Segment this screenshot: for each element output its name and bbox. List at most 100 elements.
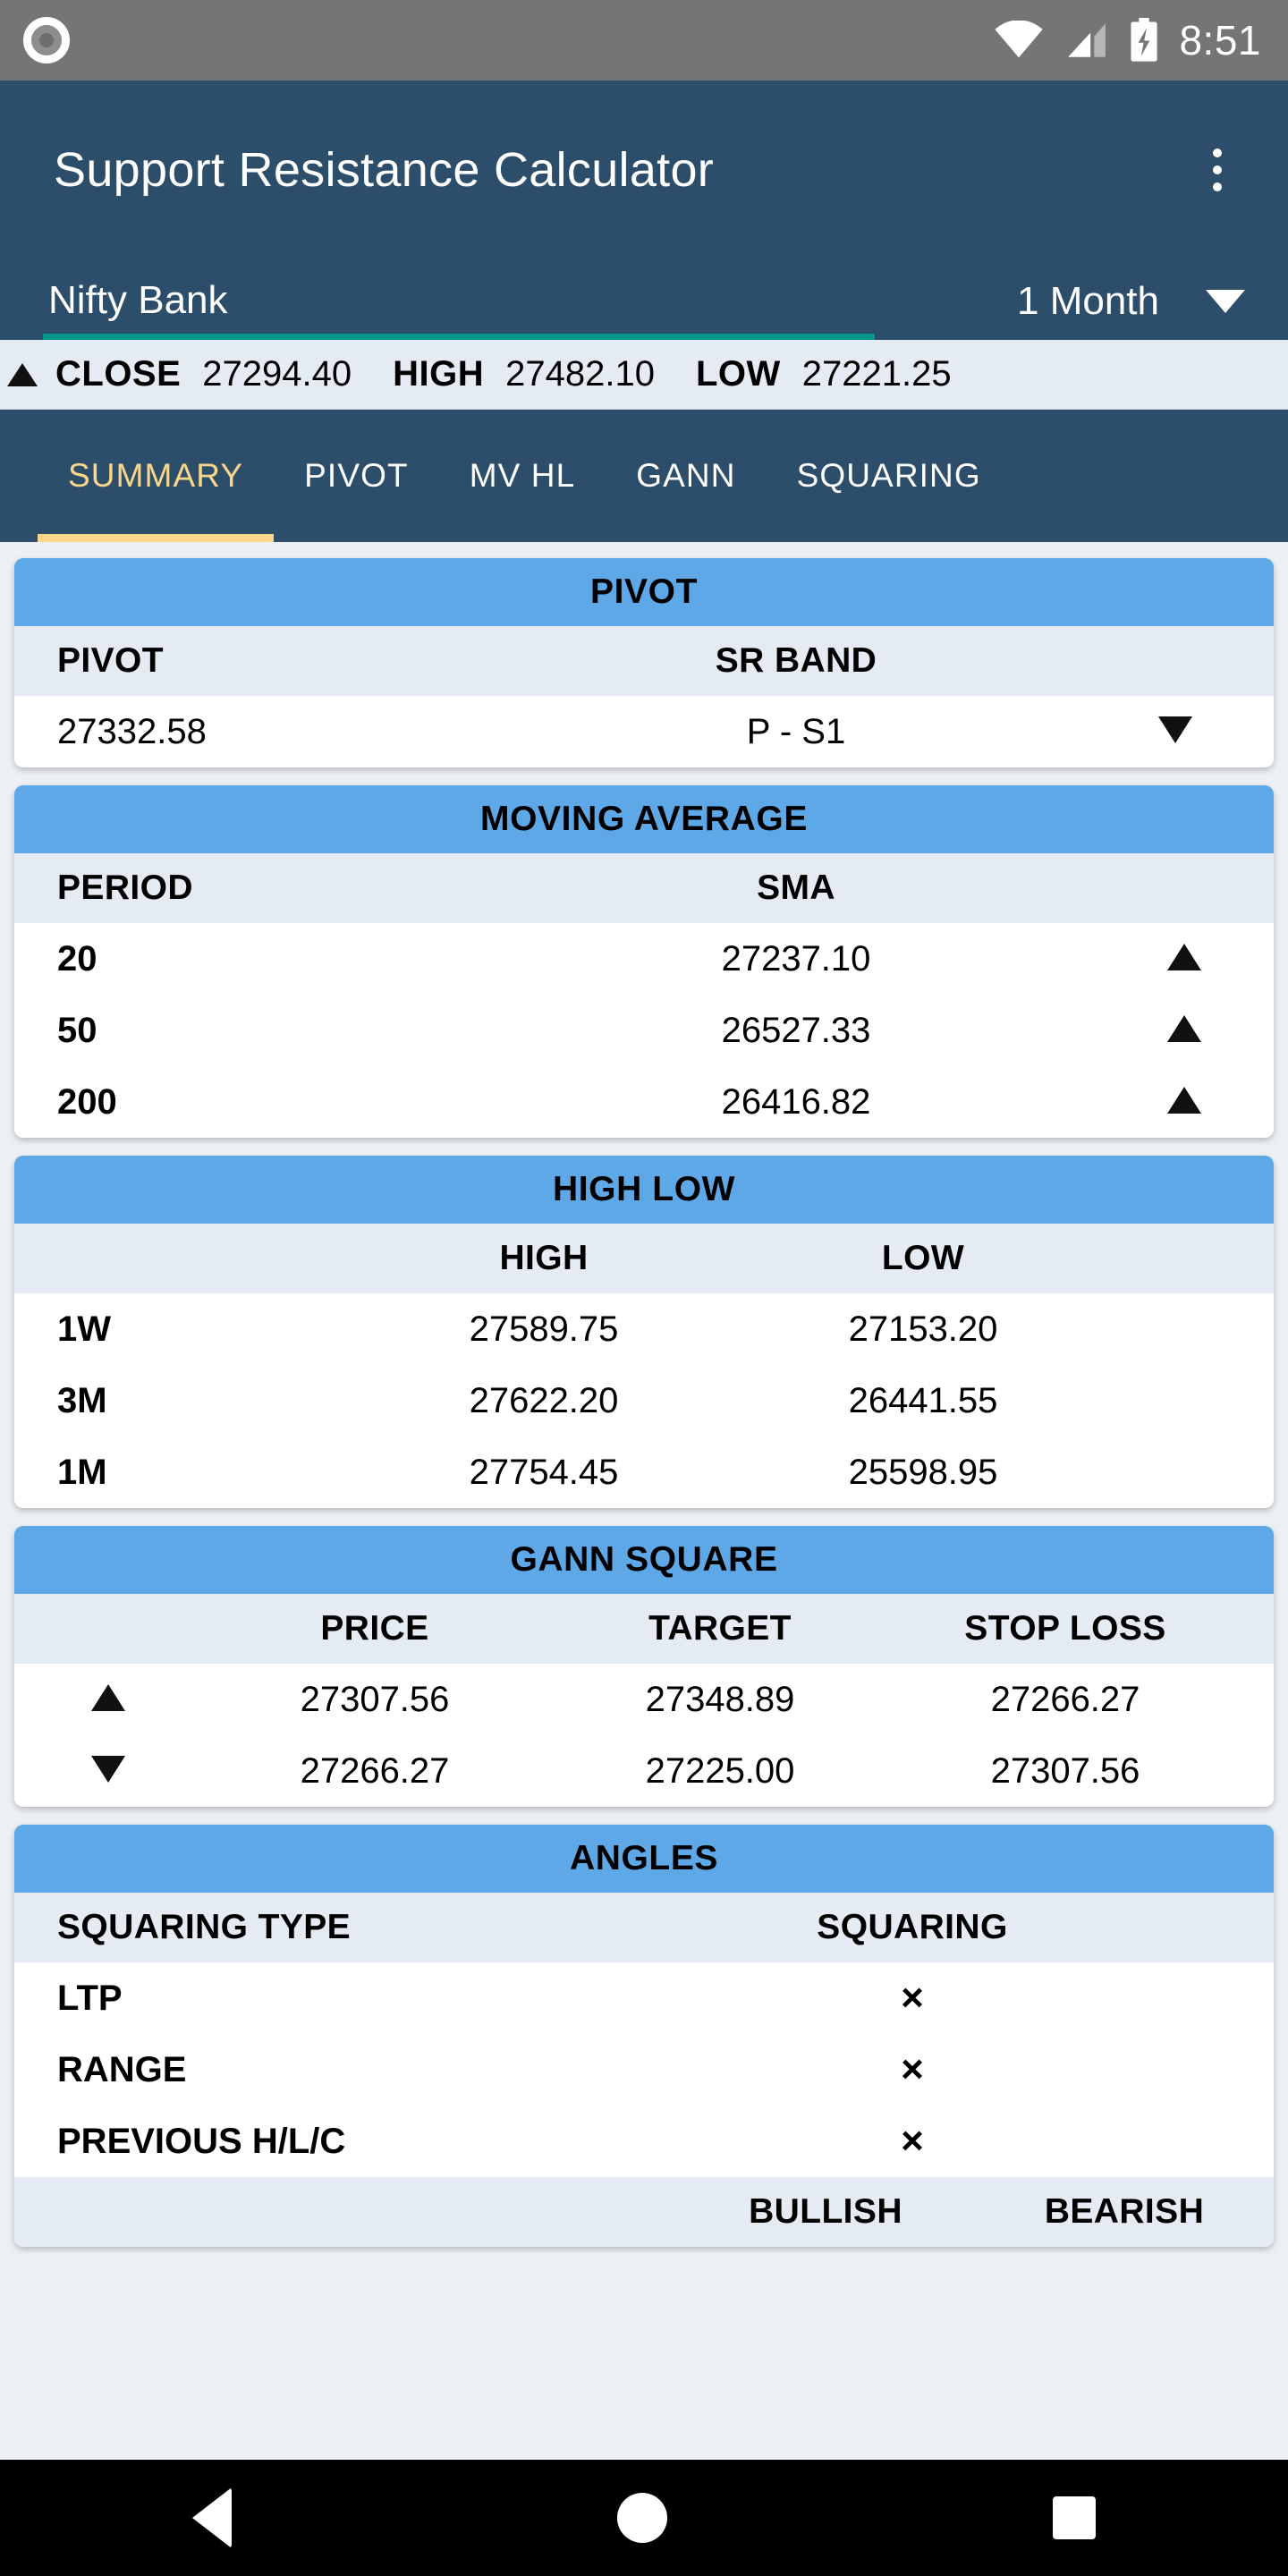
angles-type-previous-hlc: PREVIOUS H/L/C: [57, 2121, 346, 2161]
table-row[interactable]: 1M 27754.45 25598.95: [14, 1436, 1274, 1508]
trend-up-icon: [1095, 1011, 1274, 1051]
table-row[interactable]: 27307.56 27348.89 27266.27: [14, 1664, 1274, 1735]
period-dropdown[interactable]: 1 Month: [1017, 279, 1245, 340]
angles-squaring-ltp: ×: [901, 1976, 924, 2020]
app-bar-controls-row: 1 Month: [0, 259, 1288, 340]
angles-header-row: SQUARING TYPE SQUARING: [14, 1893, 1274, 1962]
high-low-card: HIGH LOW HIGH LOW 1W 27589.75 27153.20 3…: [14, 1156, 1274, 1508]
ticker-key-low: LOW: [695, 354, 781, 394]
tab-pivot[interactable]: PIVOT: [274, 410, 439, 542]
table-row[interactable]: 200 26416.82: [14, 1066, 1274, 1138]
table-row[interactable]: 3M 27622.20 26441.55: [14, 1365, 1274, 1436]
tab-gann[interactable]: GANN: [606, 410, 766, 542]
summary-scroll-area[interactable]: PIVOT PIVOT SR BAND 27332.58 P - S1 MOVI…: [0, 542, 1288, 2576]
pivot-card-header-row: PIVOT SR BAND: [14, 626, 1274, 696]
tab-summary[interactable]: SUMMARY: [38, 410, 275, 542]
ma-sma-20: 27237.10: [721, 938, 871, 979]
ma-period-200: 200: [57, 1081, 117, 1122]
gann-header-stop-loss: STOP LOSS: [964, 1609, 1166, 1648]
ma-header-period: PERIOD: [57, 869, 193, 907]
battery-charging-icon: [1131, 18, 1158, 62]
symbol-input-underline: [43, 334, 875, 340]
page-title: Support Resistance Calculator: [54, 143, 715, 197]
table-row[interactable]: 27266.27 27225.00 27307.56: [14, 1735, 1274, 1807]
phone-screen: 8:51 Support Resistance Calculator 1 Mon…: [0, 0, 1288, 2576]
cellular-signal-icon: [1068, 23, 1106, 57]
back-button[interactable]: [192, 2487, 233, 2548]
gann-header-price: PRICE: [320, 1609, 429, 1648]
gann-target-bullish: 27348.89: [645, 1679, 795, 1719]
gann-square-card-title: GANN SQUARE: [14, 1526, 1274, 1594]
hl-period-1w: 1W: [57, 1309, 111, 1349]
gann-header-target: TARGET: [648, 1609, 792, 1648]
table-row[interactable]: RANGE ×: [14, 2034, 1274, 2106]
trend-up-icon: [1095, 939, 1274, 979]
high-low-card-title: HIGH LOW: [14, 1156, 1274, 1224]
bullish-bearish-header-row: BULLISH BEARISH: [14, 2177, 1274, 2247]
table-row[interactable]: 1W 27589.75 27153.20: [14, 1293, 1274, 1365]
quote-ticker-bar: CLOSE 27294.40 HIGH 27482.10 LOW 27221.2…: [0, 340, 1288, 410]
angles-squaring-previous-hlc: ×: [901, 2119, 924, 2163]
symbol-input[interactable]: [43, 278, 839, 334]
angles-squaring-range: ×: [901, 2047, 924, 2091]
high-low-header-row: HIGH LOW: [14, 1224, 1274, 1293]
hl-high-3m: 27622.20: [469, 1380, 619, 1420]
trend-up-icon: [14, 1680, 202, 1720]
chevron-down-icon: [1206, 290, 1245, 313]
triangle-up-icon: [7, 362, 38, 386]
status-bar-left: [23, 17, 70, 64]
table-row[interactable]: PREVIOUS H/L/C ×: [14, 2106, 1274, 2177]
ticker-key-high: HIGH: [393, 354, 485, 394]
angles-type-ltp: LTP: [57, 1978, 123, 2018]
tab-squaring[interactable]: SQUARING: [767, 410, 1012, 542]
hl-low-1w: 27153.20: [848, 1309, 998, 1349]
recents-button[interactable]: [1052, 2496, 1096, 2539]
moving-average-header-row: PERIOD SMA: [14, 853, 1274, 923]
pivot-sr-band-value: P - S1: [746, 711, 846, 751]
hl-header-high: HIGH: [499, 1239, 589, 1277]
pivot-value: 27332.58: [57, 711, 207, 751]
gann-header-row: PRICE TARGET STOP LOSS: [14, 1594, 1274, 1664]
ticker-value-high: 27482.10: [505, 354, 655, 394]
ticker-key-close: CLOSE: [55, 354, 182, 394]
trend-up-icon: [1095, 1082, 1274, 1123]
status-bar-clock: 8:51: [1179, 17, 1261, 64]
gann-price-bullish: 27307.56: [300, 1679, 450, 1719]
moving-average-card: MOVING AVERAGE PERIOD SMA 20 27237.10 50…: [14, 785, 1274, 1138]
table-row[interactable]: 20 27237.10: [14, 923, 1274, 995]
record-circle-icon: [23, 17, 70, 64]
trend-down-icon: [1077, 712, 1274, 752]
hl-period-1m: 1M: [57, 1452, 107, 1492]
gann-stop-loss-bearish: 27307.56: [990, 1750, 1140, 1791]
tab-mv-hl[interactable]: MV HL: [439, 410, 606, 542]
gann-stop-loss-bullish: 27266.27: [990, 1679, 1140, 1719]
angles-type-range: RANGE: [57, 2049, 187, 2089]
table-row[interactable]: LTP ×: [14, 1962, 1274, 2034]
pivot-card-title: PIVOT: [14, 558, 1274, 626]
ticker-value-low: 27221.25: [801, 354, 952, 394]
gann-square-card: GANN SQUARE PRICE TARGET STOP LOSS 27307…: [14, 1526, 1274, 1807]
home-button[interactable]: [616, 2493, 667, 2543]
table-row[interactable]: 50 26527.33: [14, 995, 1274, 1066]
moving-average-card-title: MOVING AVERAGE: [14, 785, 1274, 853]
partial-header-bearish: BEARISH: [1044, 2192, 1205, 2231]
angles-header-squaring: SQUARING: [817, 1908, 1008, 1946]
partial-header-bullish: BULLISH: [749, 2192, 902, 2231]
hl-header-low: LOW: [881, 1239, 965, 1277]
ma-sma-50: 26527.33: [721, 1010, 871, 1050]
gann-price-bearish: 27266.27: [300, 1750, 450, 1791]
table-row[interactable]: 27332.58 P - S1: [14, 696, 1274, 767]
hl-high-1w: 27589.75: [469, 1309, 619, 1349]
tab-bar: SUMMARY PIVOT MV HL GANN SQUARING: [0, 410, 1288, 542]
hl-low-1m: 25598.95: [848, 1452, 998, 1492]
ma-header-sma: SMA: [757, 869, 835, 907]
symbol-input-wrapper: [43, 278, 875, 340]
trend-down-icon: [14, 1751, 202, 1792]
overflow-menu-icon[interactable]: [1186, 129, 1249, 211]
pivot-header-pivot: PIVOT: [57, 641, 165, 680]
status-bar-right: 8:51: [993, 16, 1261, 64]
ma-period-20: 20: [57, 938, 97, 979]
android-navigation-bar: [0, 2460, 1288, 2576]
app-bar: Support Resistance Calculator 1 Month: [0, 80, 1288, 340]
gann-target-bearish: 27225.00: [645, 1750, 795, 1791]
